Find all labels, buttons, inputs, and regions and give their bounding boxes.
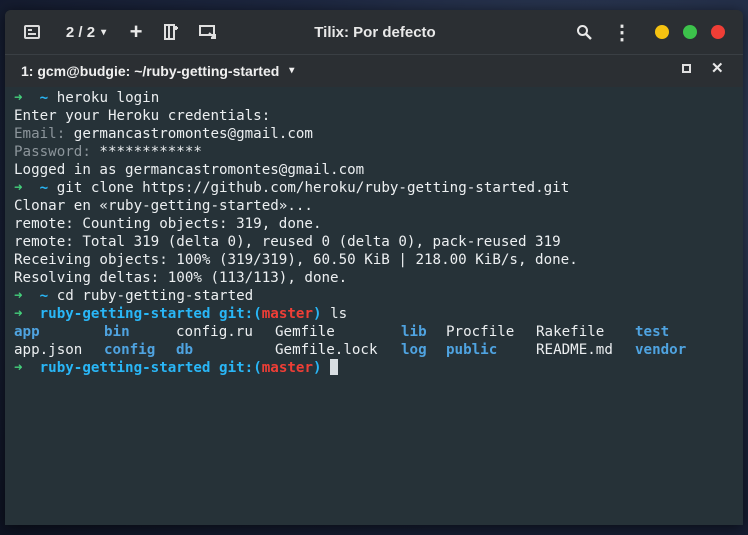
search-icon (577, 25, 592, 40)
ls-entry: bin (104, 324, 130, 340)
title-bar: 2 / 2 ▾ + Tilix: Por defecto ⋮ (5, 10, 743, 54)
ls-row: app bin config.ru Gemfile lib Procfile R… (14, 323, 734, 341)
ls-entry: Rakefile (536, 324, 605, 340)
window-title: Tilix: Por defecto (314, 23, 436, 41)
prompt-line: ➜ ~ heroku login (14, 90, 160, 106)
ls-entry: config (104, 342, 156, 358)
ls-entry: Gemfile.lock (275, 342, 378, 358)
ls-entry: app (14, 324, 40, 340)
close-icon[interactable]: ✕ (711, 59, 724, 77)
prompt-line: ➜ ~ git clone https://github.com/heroku/… (14, 180, 570, 196)
minimize-button[interactable] (655, 25, 669, 39)
terminal-cursor (330, 359, 339, 375)
sidebar-icon (24, 25, 40, 39)
sync-input-icon (199, 25, 216, 39)
chevron-down-icon: ▾ (101, 26, 107, 38)
terminal-tab-bar: 1: gcm@budgie: ~/ruby-getting-started ▾ … (5, 54, 743, 87)
terminal-title-dropdown[interactable]: 1: gcm@budgie: ~/ruby-getting-started ▾ (21, 55, 294, 86)
close-window-button[interactable] (711, 25, 725, 39)
ls-entry: lib (401, 324, 427, 340)
session-sidebar-button[interactable] (19, 10, 45, 54)
ls-entry: app.json (14, 342, 83, 358)
ls-entry: Gemfile (275, 324, 335, 340)
session-counter: 2 / 2 (65, 23, 96, 41)
terminal-title: 1: gcm@budgie: ~/ruby-getting-started (21, 62, 280, 79)
split-icon (164, 24, 178, 40)
maximize-icon[interactable] (682, 64, 691, 73)
ls-entry: vendor (635, 342, 687, 358)
output-line: Logged in as germancastromontes@gmail.co… (14, 162, 365, 178)
output-line: Resolving deltas: 100% (113/113), done. (14, 270, 348, 286)
output-line: Clonar en «ruby-getting-started»... (14, 198, 313, 214)
menu-button[interactable]: ⋮ (611, 10, 633, 54)
ls-entry: db (176, 342, 194, 358)
ls-entry: Procfile (446, 324, 515, 340)
ls-entry: config.ru (176, 324, 253, 340)
password-line: Password: ************ (14, 144, 202, 160)
email-line: Email: germancastromontes@gmail.com (14, 126, 313, 142)
ls-entry: public (446, 342, 498, 358)
search-button[interactable] (573, 10, 595, 54)
prompt-line: ➜ ~ cd ruby-getting-started (14, 288, 254, 304)
session-switcher[interactable]: 2 / 2 ▾ (55, 10, 117, 54)
ls-entry: README.md (536, 342, 613, 358)
output-line: Receiving objects: 100% (319/319), 60.50… (14, 252, 578, 268)
terminal-output[interactable]: ➜ ~ heroku login Enter your Heroku crede… (5, 87, 743, 525)
ls-entry: test (635, 324, 670, 340)
prompt-line: ➜ ruby-getting-started git:(master) ls (14, 306, 348, 322)
prompt-line: ➜ ruby-getting-started git:(master) (14, 359, 339, 377)
maximize-window-button[interactable] (683, 25, 697, 39)
split-terminal-button[interactable] (160, 10, 182, 54)
kebab-menu-icon: ⋮ (612, 21, 632, 44)
ls-entry: log (401, 342, 427, 358)
chevron-down-icon: ▾ (289, 65, 295, 76)
sync-input-button[interactable] (197, 10, 219, 54)
ls-row: app.json config db Gemfile.lock log publ… (14, 341, 734, 359)
output-line: remote: Counting objects: 319, done. (14, 216, 322, 232)
add-session-button[interactable]: + (125, 10, 147, 54)
tilix-window: 2 / 2 ▾ + Tilix: Por defecto ⋮ 1: gcm@bu… (5, 10, 743, 525)
output-line: remote: Total 319 (delta 0), reused 0 (d… (14, 234, 561, 250)
output-line: Enter your Heroku credentials: (14, 108, 271, 124)
